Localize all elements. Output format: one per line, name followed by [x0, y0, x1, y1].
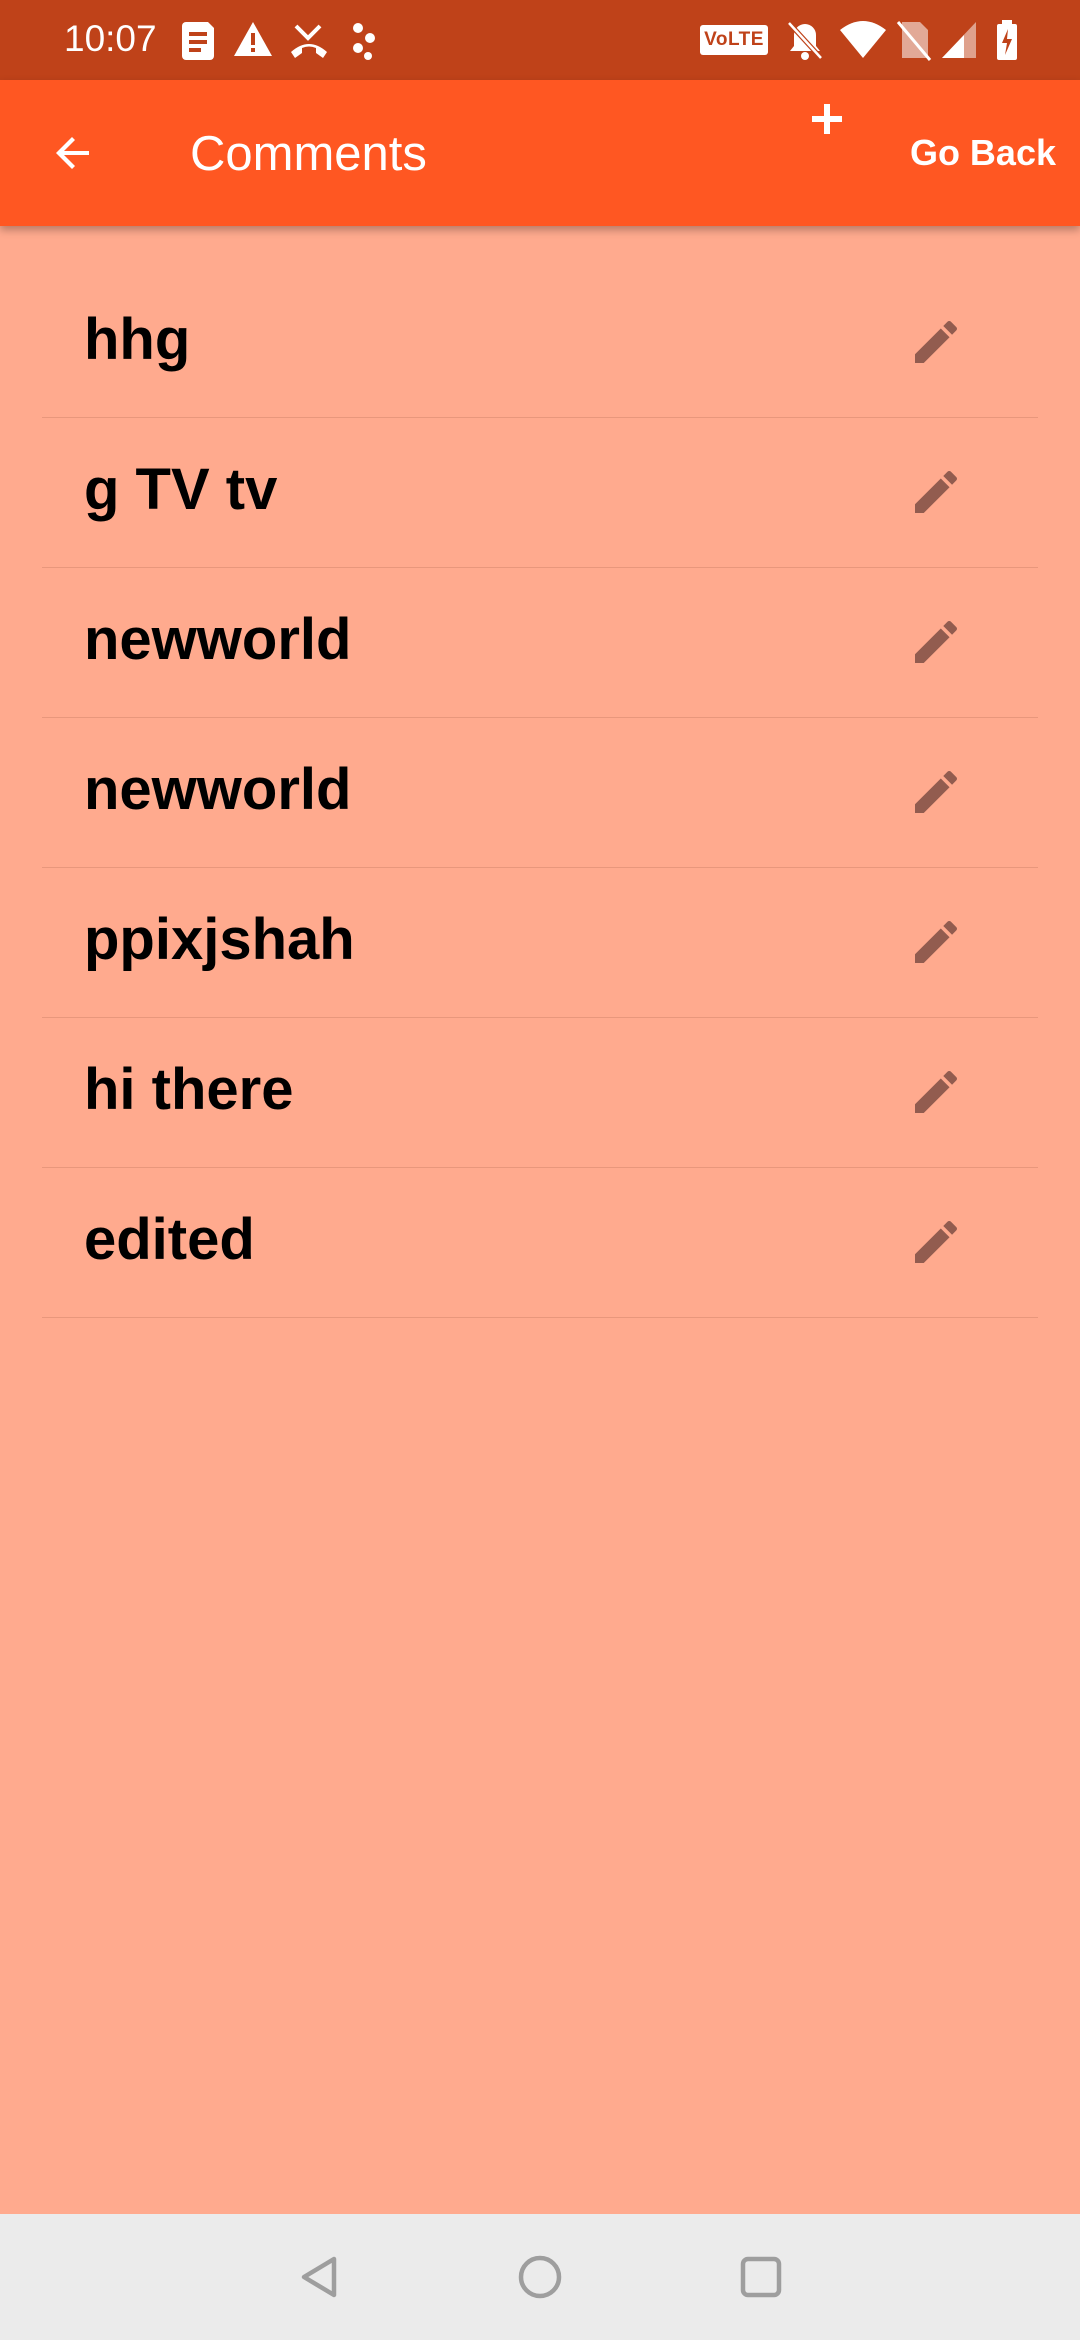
pencil-icon: [915, 920, 958, 963]
pencil-icon: [915, 470, 958, 513]
comment-text: newworld: [84, 757, 352, 822]
nav-recents-button[interactable]: [728, 2244, 794, 2310]
battery-charging-icon: [997, 20, 1017, 60]
add-comment-button[interactable]: [800, 92, 854, 146]
edit-button[interactable]: [900, 1206, 972, 1278]
triangle-back-icon: [301, 2256, 337, 2298]
circle-home-icon: [518, 2255, 562, 2299]
warning-icon: [234, 22, 272, 56]
list-item[interactable]: newworld: [42, 718, 1038, 868]
list-item[interactable]: hi there: [42, 1018, 1038, 1168]
comment-text: hi there: [84, 1057, 294, 1122]
comment-text: edited: [84, 1207, 255, 1272]
pencil-icon: [915, 1070, 958, 1113]
edit-button[interactable]: [900, 1056, 972, 1128]
list-item[interactable]: g TV tv: [42, 418, 1038, 568]
pencil-icon: [915, 1220, 958, 1263]
notifications-off-icon: [787, 21, 823, 60]
comment-text: newworld: [84, 607, 352, 672]
wifi-icon: [840, 21, 886, 58]
list-item[interactable]: hhg: [42, 268, 1038, 418]
comment-text: g TV tv: [84, 457, 278, 522]
pencil-icon: [915, 770, 958, 813]
system-nav-bar: [0, 2214, 1080, 2340]
sim-card-icon: [182, 22, 214, 60]
cell-signal-icon: [942, 22, 976, 58]
nav-home-button[interactable]: [507, 2244, 573, 2310]
comment-text: ppixjshah: [84, 907, 355, 972]
go-back-button[interactable]: Go Back: [910, 128, 1056, 178]
plus-icon: [812, 104, 842, 134]
comment-text: hhg: [84, 307, 191, 372]
pencil-icon: [915, 320, 958, 363]
comment-list: hhg g TV tv newworld newworld ppixjshah …: [42, 268, 1038, 1318]
arrow-back-icon: [56, 137, 89, 169]
nav-back-button[interactable]: [286, 2244, 352, 2310]
missed-call-icon: [291, 24, 327, 58]
no-sim-icon: [896, 21, 932, 61]
list-item[interactable]: newworld: [42, 568, 1038, 718]
list-item[interactable]: ppixjshah: [42, 868, 1038, 1018]
status-bar: 10:07 VoLTE: [0, 0, 1080, 80]
edit-button[interactable]: [900, 906, 972, 978]
app-bar: Comments Go Back: [0, 80, 1080, 226]
edit-button[interactable]: [900, 306, 972, 378]
edit-button[interactable]: [900, 756, 972, 828]
list-item[interactable]: edited: [42, 1168, 1038, 1318]
page-title: Comments: [190, 127, 427, 181]
status-time: 10:07: [64, 18, 157, 59]
edit-button[interactable]: [900, 606, 972, 678]
back-button[interactable]: [28, 121, 118, 185]
pencil-icon: [915, 620, 958, 663]
square-recents-icon: [740, 2256, 782, 2298]
volte-icon: VoLTE: [700, 25, 768, 55]
edit-button[interactable]: [900, 456, 972, 528]
app-notification-icon: [353, 23, 375, 60]
